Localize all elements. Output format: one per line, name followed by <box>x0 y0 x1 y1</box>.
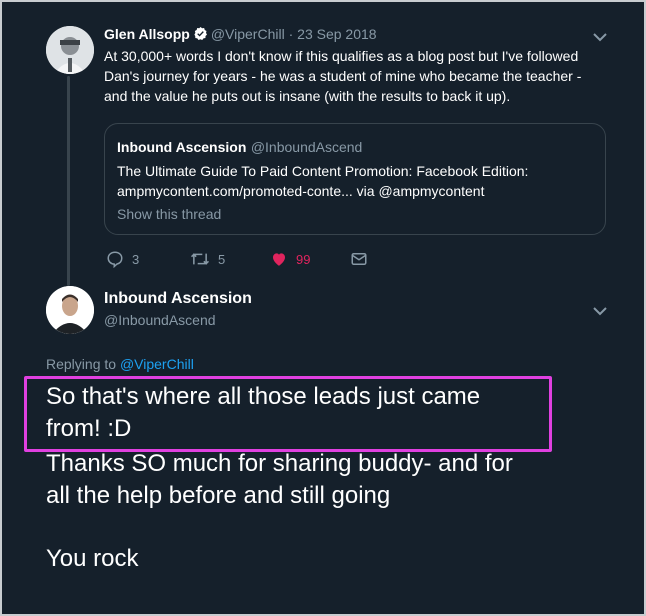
replying-prefix: Replying to <box>46 356 117 372</box>
thread-connector <box>67 76 70 286</box>
tweet-thread: Glen Allsopp @ViperChill · 23 Sep 2018 At… <box>6 6 642 612</box>
chevron-down-icon[interactable] <box>591 28 609 46</box>
replying-to: Replying to @ViperChill <box>46 356 194 372</box>
show-this-thread-link[interactable]: Show this thread <box>117 206 221 222</box>
author-handle[interactable]: @ViperChill <box>211 26 285 42</box>
retweet-icon <box>190 253 210 265</box>
avatar-glen-image <box>46 26 94 74</box>
chevron-down-icon[interactable] <box>591 302 609 320</box>
replying-mention-link[interactable]: @ViperChill <box>120 356 194 372</box>
like-count: 99 <box>296 251 311 267</box>
quoted-author-name: Inbound Ascension <box>117 139 247 155</box>
tweet-header: Glen Allsopp @ViperChill · 23 Sep 2018 <box>104 26 377 46</box>
reply-text-line: So that's where all those leads just cam… <box>46 383 481 410</box>
envelope-icon <box>351 253 367 265</box>
tweet-date[interactable]: 23 Sep 2018 <box>297 26 376 42</box>
reply-text-line: from! :D <box>46 415 132 442</box>
reply-icon <box>107 251 123 268</box>
author-handle[interactable]: @InboundAscend <box>104 312 216 328</box>
tweet-body: At 30,000+ words I don't know if this qu… <box>104 48 582 104</box>
reply-count: 3 <box>132 251 140 267</box>
direct-message-button[interactable] <box>350 249 368 269</box>
quoted-tweet-header: Inbound Ascension @InboundAscend <box>117 139 362 157</box>
avatar[interactable] <box>46 26 94 74</box>
retweet-button[interactable]: 5 <box>190 249 225 269</box>
author-name[interactable]: Glen Allsopp <box>104 26 190 42</box>
reply-text-line: You rock <box>46 545 139 572</box>
reply-text-line: all the help before and still going <box>46 482 391 509</box>
quoted-tweet-body: The Ultimate Guide To Paid Content Promo… <box>117 161 597 201</box>
avatar-inbound-image <box>46 286 94 334</box>
heart-icon <box>273 253 285 266</box>
quoted-author-handle: @InboundAscend <box>250 139 363 155</box>
like-button[interactable]: 99 <box>270 249 310 269</box>
quoted-text-line: ampmycontent.com/promoted-conte... via @… <box>117 183 485 199</box>
screenshot-frame: Glen Allsopp @ViperChill · 23 Sep 2018 At… <box>0 0 646 616</box>
reply-text-line: Thanks SO much for sharing buddy- and fo… <box>46 450 513 477</box>
quoted-tweet-card[interactable]: Inbound Ascension @InboundAscend The Ult… <box>104 123 606 235</box>
quoted-text-line: The Ultimate Guide To Paid Content Promo… <box>117 163 529 179</box>
author-name[interactable]: Inbound Ascension <box>104 290 252 307</box>
avatar[interactable] <box>46 286 94 334</box>
reply-button[interactable]: 3 <box>106 249 139 269</box>
tweet-header: Inbound Ascension @InboundAscend <box>104 290 252 330</box>
retweet-count: 5 <box>218 251 226 267</box>
verified-icon <box>193 26 208 46</box>
